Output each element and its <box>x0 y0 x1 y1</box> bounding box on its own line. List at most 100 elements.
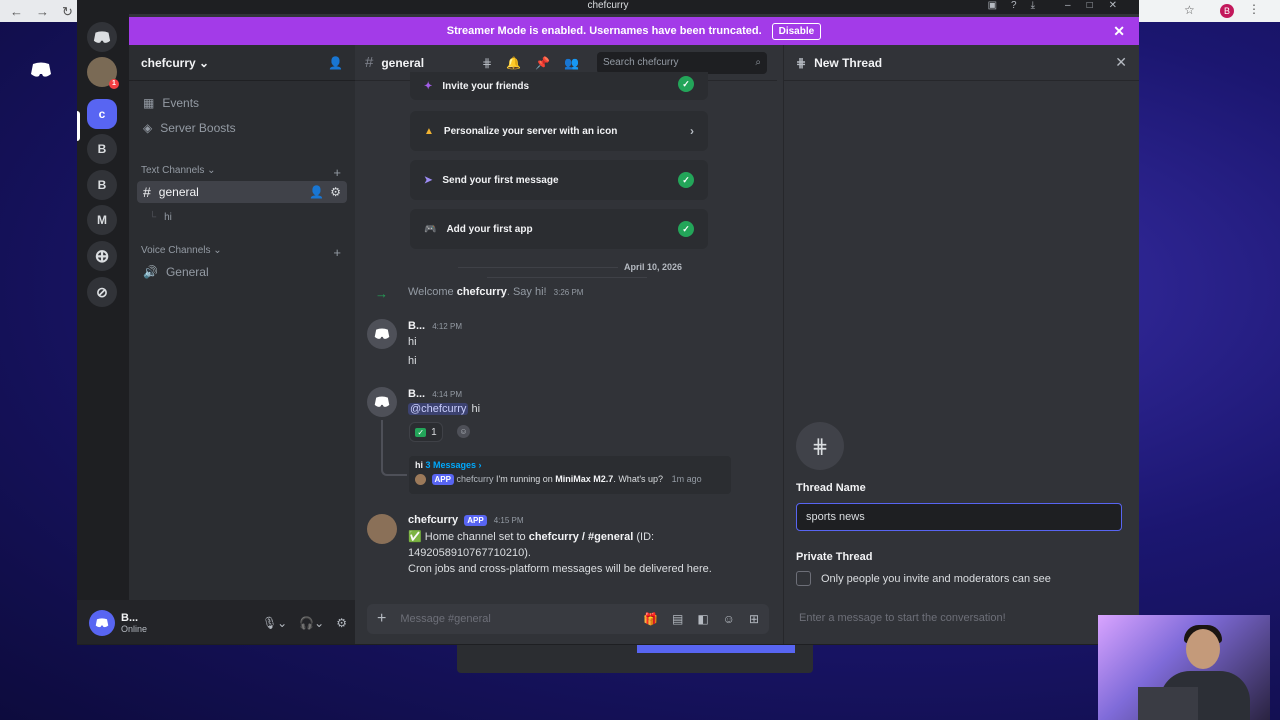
thread-panel-title: New Thread <box>814 55 883 70</box>
check-emoji-icon: ✓ <box>415 427 427 437</box>
message-header: B... 4:12 PM <box>408 320 462 332</box>
checkmark-icon: ✓ <box>678 76 694 92</box>
server-rail: 1 c B B M ⊕ ⊘ <box>77 14 129 644</box>
channel-label: General <box>165 265 209 279</box>
close-icon[interactable]: ✕ <box>1115 54 1127 71</box>
settings-gear-icon[interactable]: ⚙ <box>336 616 347 630</box>
avatar[interactable] <box>367 387 397 417</box>
private-thread-checkbox[interactable] <box>796 571 811 586</box>
chevron-down-icon: ⌄ <box>199 55 210 70</box>
voice-channels-category[interactable]: Voice Channels ⌄ + <box>141 245 341 260</box>
thread-message-count[interactable]: 3 Messages › <box>426 460 482 470</box>
message-author[interactable]: B... <box>408 320 425 332</box>
paint-icon: ▲ <box>424 125 434 137</box>
discord-logo-icon <box>95 617 109 627</box>
timestamp: 1m ago <box>671 474 702 484</box>
task-personalize-server[interactable]: ▲ Personalize your server with an icon › <box>410 111 708 151</box>
join-arrow-icon: → <box>375 286 388 301</box>
sidebar-item-boosts[interactable]: ◈ Server Boosts <box>137 117 347 139</box>
star-icon[interactable]: ☆ <box>1184 3 1195 17</box>
message-author[interactable]: chefcurry <box>408 514 458 526</box>
welcome-username[interactable]: chefcurry <box>457 286 507 298</box>
calendar-icon: ▦ <box>143 96 155 110</box>
timestamp: 4:14 PM <box>432 390 462 399</box>
add-channel-icon[interactable]: + <box>333 245 341 260</box>
disable-streamer-button[interactable]: Disable <box>771 22 822 40</box>
gear-icon[interactable]: ⚙ <box>330 185 341 199</box>
message-composer[interactable]: + Message #general 🎁 ▤ ◧ ☺ ⊞ <box>367 604 769 634</box>
emoji-icon[interactable]: ☺ <box>723 612 735 626</box>
add-channel-icon[interactable]: + <box>333 165 341 180</box>
threads-icon[interactable]: ⋕ <box>482 56 492 70</box>
sidebar-item-label: Server Boosts <box>160 121 236 135</box>
forward-icon[interactable]: → <box>36 4 49 19</box>
server-b2[interactable]: B <box>87 170 117 200</box>
invite-people-icon[interactable]: 👤 <box>328 56 343 70</box>
discord-logo-icon <box>31 62 51 77</box>
window-controls[interactable]: –□✕ <box>1065 0 1133 12</box>
thread-preview[interactable]: hi 3 Messages › APP chefcurry I'm runnin… <box>409 456 731 494</box>
profile-avatar[interactable]: B <box>1220 4 1234 18</box>
invite-icon[interactable]: 👤 <box>309 185 324 199</box>
sidebar-item-events[interactable]: ▦ Events <box>137 92 347 114</box>
gif-icon[interactable]: ▤ <box>672 612 683 626</box>
gift-icon[interactable]: 🎁 <box>643 612 658 626</box>
user-mention[interactable]: @chefcurry <box>408 403 469 415</box>
titlebar-icons: ▣?⤓ <box>987 0 1049 11</box>
notification-badge: 1 <box>109 79 119 89</box>
task-send-first-message[interactable]: ➤ Send your first message ✓ <box>410 160 708 200</box>
server-m[interactable]: M <box>87 205 117 235</box>
thread-name-input[interactable] <box>796 503 1122 531</box>
discover-icon[interactable]: ⊘ <box>87 277 117 307</box>
avatar[interactable] <box>367 514 397 544</box>
message-header: chefcurry APP 4:15 PM <box>408 514 524 526</box>
add-reaction-icon[interactable]: ☺ <box>457 425 470 438</box>
title-bar: chefcurry ▣?⤓ –□✕ <box>77 0 1139 14</box>
kebab-menu-icon[interactable]: ⋮ <box>1248 2 1260 16</box>
reload-icon[interactable]: ↻ <box>62 4 73 20</box>
thread-label: hi <box>164 211 172 223</box>
timestamp: 3:26 PM <box>553 288 584 297</box>
streamer-mode-banner: Streamer Mode is enabled. Usernames have… <box>129 17 1139 45</box>
message-header: B... 4:14 PM <box>408 388 462 400</box>
close-icon[interactable]: ✕ <box>1113 23 1125 40</box>
guild-name: chefcurry <box>141 55 196 70</box>
search-input[interactable]: Search chefcurry ⌕ <box>596 51 767 74</box>
thread-message-input[interactable]: Enter a message to start the conversatio… <box>790 605 1120 631</box>
back-icon[interactable]: ← <box>10 4 23 19</box>
text-channels-category[interactable]: Text Channels ⌄ + <box>141 165 341 180</box>
pin-icon[interactable]: 📌 <box>535 56 550 70</box>
guild-header[interactable]: chefcurry ⌄ 👤 <box>129 45 355 81</box>
channel-label: general <box>158 185 199 199</box>
headphones-icon[interactable]: 🎧⌄ <box>299 616 324 630</box>
voice-channel-general[interactable]: 🔊 General <box>137 261 347 283</box>
active-server-pill <box>77 111 80 141</box>
server-c[interactable]: c <box>87 99 117 129</box>
message-text: 1492058910767710210). <box>408 547 531 559</box>
thread-hi[interactable]: └ hi <box>143 206 353 228</box>
server-avatar-photo[interactable]: 1 <box>87 57 119 89</box>
sticker-icon[interactable]: ◧ <box>697 612 708 626</box>
message-text: @chefcurry hi <box>408 403 480 415</box>
task-invite-friends[interactable]: ✦ Invite your friends ✓ <box>410 72 708 100</box>
members-icon[interactable]: 👥 <box>564 56 579 70</box>
invite-icon: ✦ <box>424 81 433 92</box>
avatar[interactable] <box>367 319 397 349</box>
private-thread-row: Only people you invite and moderators ca… <box>796 571 1051 586</box>
avatar[interactable] <box>89 609 115 636</box>
microphone-icon[interactable]: 🎙⌄ <box>262 616 287 630</box>
channel-general[interactable]: # general 👤 ⚙ <box>137 181 347 203</box>
task-label: Send your first message <box>442 174 559 186</box>
message-author[interactable]: B... <box>408 388 425 400</box>
apps-icon[interactable]: ⊞ <box>749 612 759 626</box>
background-window <box>457 645 813 673</box>
home-button[interactable] <box>87 22 117 52</box>
message-body: hi <box>471 403 481 415</box>
task-add-first-app[interactable]: 🎮 Add your first app ✓ <box>410 209 708 249</box>
category-label: Voice Channels <box>141 245 211 256</box>
server-b1[interactable]: B <box>87 134 117 164</box>
bell-icon[interactable]: 🔔 <box>506 56 521 70</box>
add-server-icon[interactable]: ⊕ <box>87 241 117 271</box>
plus-icon[interactable]: + <box>377 610 386 628</box>
reaction-checkmark[interactable]: ✓ 1 <box>409 422 443 442</box>
